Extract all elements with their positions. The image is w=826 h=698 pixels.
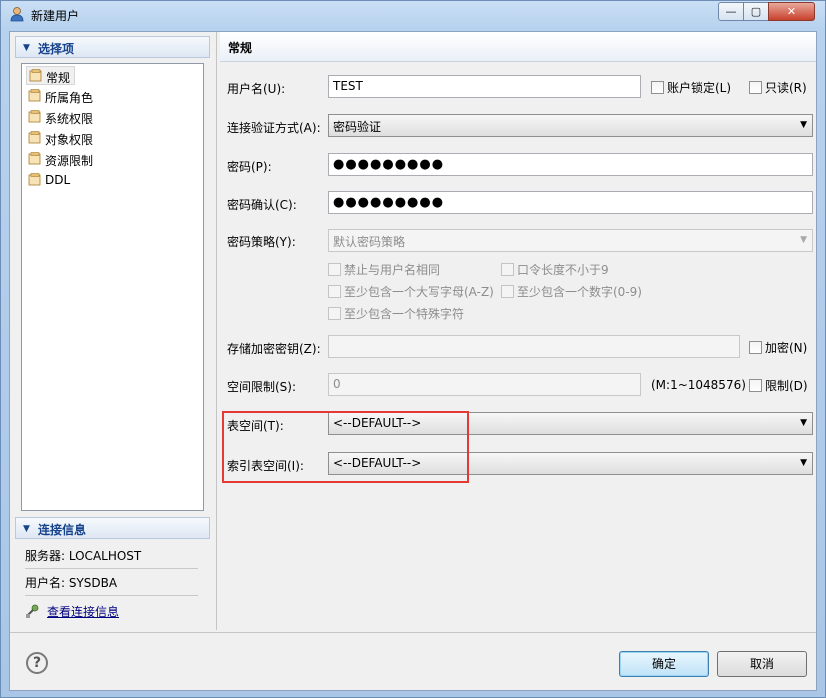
options-tree: 常规 所属角色 系统权限 对象权限 资源限制 DDL <box>21 63 204 511</box>
page-icon <box>28 173 41 186</box>
checkbox-box <box>328 263 341 276</box>
connection-icon <box>26 604 39 618</box>
tree-item-label: 常规 <box>46 71 71 85</box>
account-lock-checkbox[interactable]: 账户锁定(L) <box>651 79 731 96</box>
connection-info-title: 连接信息 <box>38 523 87 537</box>
policy-option-label: 至少包含一个大写字母(A-Z) <box>344 285 494 299</box>
policy-option-label: 口令长度不小于9 <box>517 263 609 277</box>
checkbox-box <box>749 81 762 94</box>
encrypt-key-input[interactable] <box>328 335 740 358</box>
password-policy-select[interactable]: 默认密码策略 ▼ <box>328 229 813 252</box>
tree-item-label: 对象权限 <box>45 133 94 147</box>
panel-splitter[interactable] <box>216 32 217 630</box>
window-title: 新建用户 <box>31 9 80 23</box>
password-policy-value: 默认密码策略 <box>333 235 406 249</box>
policy-min-length-checkbox[interactable]: 口令长度不小于9 <box>501 261 609 278</box>
username-info: 用户名: SYSDBA <box>25 576 118 590</box>
footer-divider <box>10 632 816 633</box>
auth-method-select[interactable]: 密码验证 ▼ <box>328 114 813 137</box>
dropdown-arrow-icon: ▼ <box>800 418 807 428</box>
close-button[interactable]: ✕ <box>768 2 815 21</box>
tree-item-label: 系统权限 <box>45 112 94 126</box>
dropdown-arrow-icon: ▼ <box>800 235 807 245</box>
policy-option-label: 至少包含一个特殊字符 <box>344 307 465 321</box>
checkbox-box <box>501 285 514 298</box>
dialog-window: 新建用户 — ▢ ✕ ▼ 选择项 常规 所属角色 系统权限 对象权限 资源限制 … <box>0 0 826 698</box>
username-label: 用户名(U): <box>227 82 286 96</box>
space-limit-checkbox[interactable]: 限制(D) <box>749 377 808 394</box>
general-header: 常规 <box>220 32 816 62</box>
page-icon <box>29 69 42 82</box>
tree-item-roles[interactable]: 所属角色 <box>26 87 97 106</box>
account-lock-label: 账户锁定(L) <box>667 81 732 95</box>
page-icon <box>28 131 41 144</box>
title-bar[interactable]: 新建用户 — ▢ ✕ <box>1 1 825 29</box>
checkbox-box <box>749 341 762 354</box>
space-limit-input[interactable]: 0 <box>328 373 641 396</box>
password-confirm-label: 密码确认(C): <box>227 198 297 212</box>
policy-digit-checkbox[interactable]: 至少包含一个数字(0-9) <box>501 283 642 300</box>
server-info: 服务器: LOCALHOST <box>25 549 142 563</box>
tree-item-ddl[interactable]: DDL <box>26 171 74 190</box>
highlight-annotation-box <box>222 411 469 483</box>
collapse-triangle-icon: ▼ <box>23 43 30 53</box>
password-policy-label: 密码策略(Y): <box>227 235 296 249</box>
minimize-button[interactable]: — <box>718 2 744 21</box>
tree-item-object-privileges[interactable]: 对象权限 <box>26 129 97 148</box>
password-label: 密码(P): <box>227 160 272 174</box>
checkbox-box <box>501 263 514 276</box>
selection-section-title: 选择项 <box>38 42 75 56</box>
tree-item-system-privileges[interactable]: 系统权限 <box>26 108 97 127</box>
page-icon <box>28 110 41 123</box>
password-confirm-input[interactable]: ●●●●●●●●● <box>328 191 813 214</box>
checkbox-box <box>328 285 341 298</box>
encrypt-label: 加密(N) <box>765 341 808 355</box>
help-icon[interactable]: ? <box>26 652 48 674</box>
ok-button[interactable]: 确定 <box>619 651 709 677</box>
policy-not-username-checkbox[interactable]: 禁止与用户名相同 <box>328 261 440 278</box>
view-connection-link-row[interactable]: 查看连接信息 <box>25 603 119 620</box>
policy-special-char-checkbox[interactable]: 至少包含一个特殊字符 <box>328 305 464 322</box>
collapse-triangle-icon: ▼ <box>23 524 30 534</box>
username-input[interactable]: TEST <box>328 75 641 98</box>
page-icon <box>28 89 41 102</box>
tree-item-label: DDL <box>45 173 71 187</box>
encrypt-checkbox[interactable]: 加密(N) <box>749 339 807 356</box>
dialog-client: ▼ 选择项 常规 所属角色 系统权限 对象权限 资源限制 DDL ▼ 连接信息 … <box>9 31 817 691</box>
policy-option-label: 至少包含一个数字(0-9) <box>517 285 642 299</box>
policy-option-label: 禁止与用户名相同 <box>344 263 441 277</box>
space-limit-range: (M:1~1048576) <box>651 378 746 392</box>
auth-method-value: 密码验证 <box>333 120 382 134</box>
policy-uppercase-checkbox[interactable]: 至少包含一个大写字母(A-Z) <box>328 283 494 300</box>
tree-item-label: 资源限制 <box>45 154 94 168</box>
space-limit-label: 空间限制(S): <box>227 380 297 394</box>
dropdown-arrow-icon: ▼ <box>800 120 807 130</box>
tree-item-resource-limits[interactable]: 资源限制 <box>26 150 97 169</box>
readonly-checkbox[interactable]: 只读(R) <box>749 79 807 96</box>
auth-method-label: 连接验证方式(A): <box>227 121 321 135</box>
tree-item-general[interactable]: 常规 <box>26 66 76 85</box>
connection-info-header[interactable]: ▼ 连接信息 <box>15 517 210 539</box>
maximize-button[interactable]: ▢ <box>743 2 769 21</box>
view-connection-link[interactable]: 查看连接信息 <box>47 605 119 619</box>
readonly-label: 只读(R) <box>765 81 807 95</box>
divider <box>25 595 198 596</box>
cancel-button[interactable]: 取消 <box>717 651 807 677</box>
dropdown-arrow-icon: ▼ <box>800 458 807 468</box>
checkbox-box <box>651 81 664 94</box>
page-icon <box>28 152 41 165</box>
selection-section-header[interactable]: ▼ 选择项 <box>15 36 210 58</box>
divider <box>25 568 198 569</box>
checkbox-box <box>749 379 762 392</box>
tree-item-label: 所属角色 <box>45 91 94 105</box>
checkbox-box <box>328 307 341 320</box>
user-icon <box>10 7 24 22</box>
encrypt-key-label: 存储加密密钥(Z): <box>227 342 321 356</box>
password-input[interactable]: ●●●●●●●●● <box>328 153 813 176</box>
limit-label: 限制(D) <box>765 379 808 393</box>
